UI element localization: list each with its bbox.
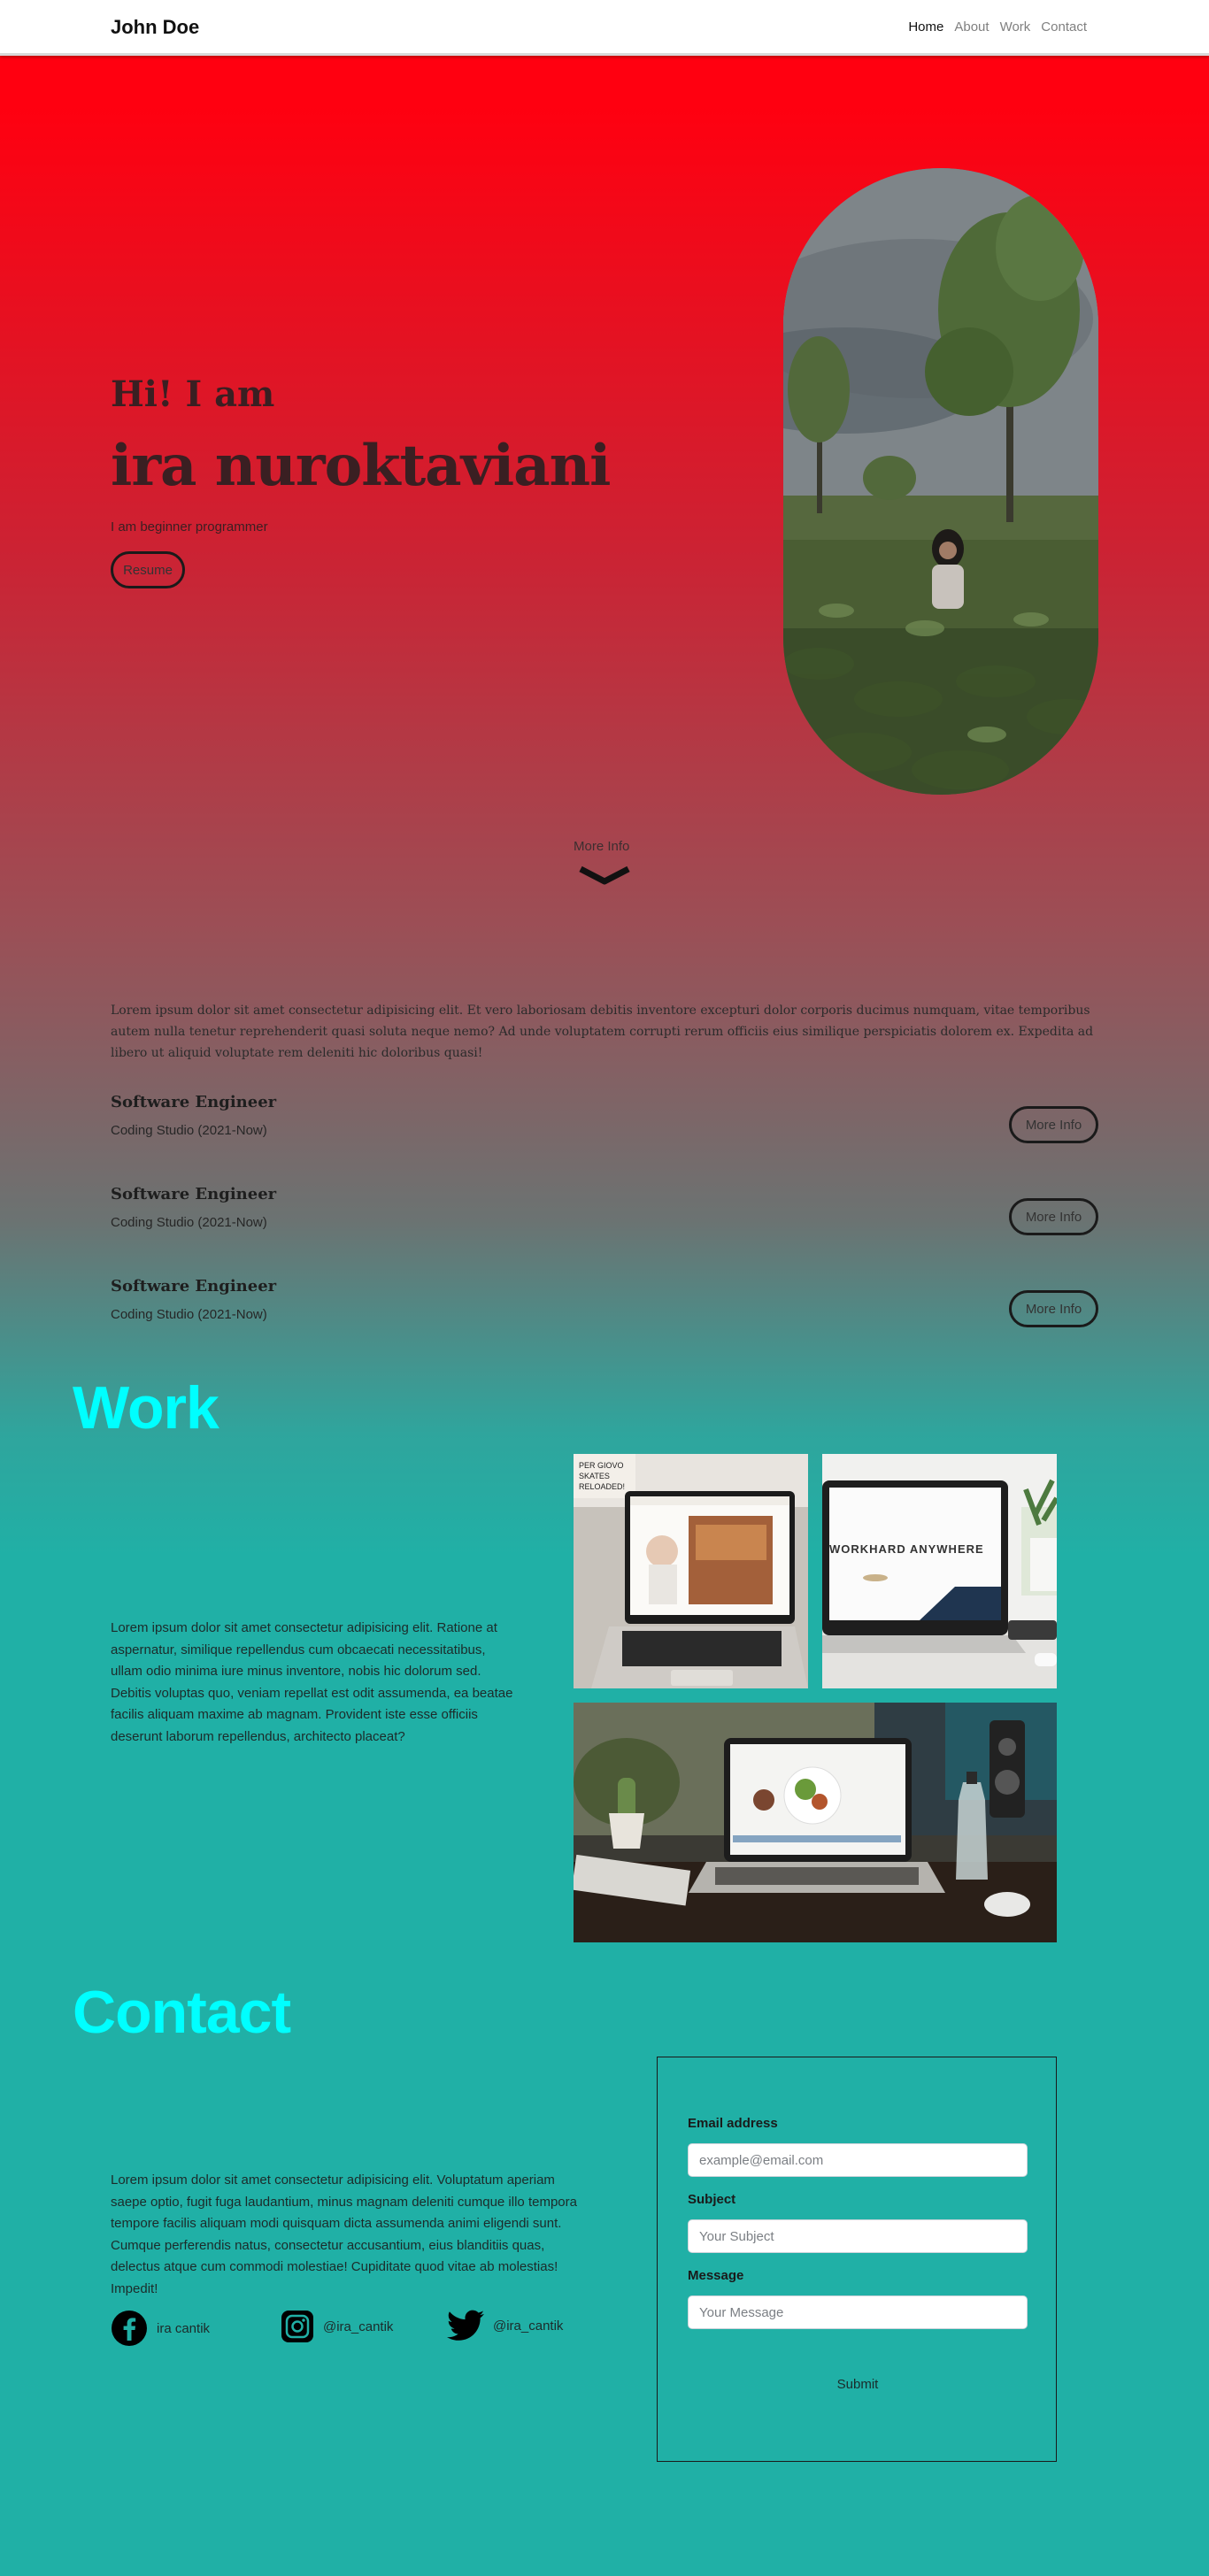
job-title: Software Engineer <box>111 1185 277 1203</box>
svg-text:PER GIOVO: PER GIOVO <box>579 1461 624 1470</box>
nav-link-work[interactable]: Work <box>995 19 1036 35</box>
facebook-icon <box>112 2311 147 2346</box>
hero-subtitle: I am beginner programmer <box>111 519 268 534</box>
social-instagram[interactable]: @ira_cantik <box>281 2310 393 2343</box>
social-facebook[interactable]: ira cantik <box>111 2310 210 2347</box>
laptop-desk-photo[interactable] <box>574 1703 1057 1942</box>
contact-form: Email address Subject Message Submit <box>657 2057 1057 2462</box>
twitter-label: @ira_cantik <box>493 2318 564 2334</box>
message-field[interactable] <box>688 2295 1028 2329</box>
profile-photo <box>783 168 1098 795</box>
twitter-icon <box>447 2310 484 2341</box>
laptop-website-photo[interactable]: PER GIOVO SKATES RELOADED! <box>574 1454 808 1688</box>
job-title: Software Engineer <box>111 1277 277 1296</box>
brand-logo[interactable]: John Doe <box>111 16 199 39</box>
svg-text:SKATES: SKATES <box>579 1472 610 1480</box>
job-more-info-button[interactable]: More Info <box>1009 1106 1098 1143</box>
job-company: Coding Studio (2021-Now) <box>111 1123 267 1138</box>
subject-label: Subject <box>688 2192 736 2207</box>
submit-button[interactable]: Submit <box>817 2367 898 2401</box>
hero-name: ira nuroktaviani <box>111 433 611 499</box>
svg-text:RELOADED!: RELOADED! <box>579 1482 625 1491</box>
hero-greeting: Hi! I am <box>111 373 275 415</box>
work-heading: Work <box>73 1374 219 1442</box>
instagram-icon <box>281 2311 313 2342</box>
instagram-label: @ira_cantik <box>323 2318 394 2334</box>
social-twitter[interactable]: @ira_cantik <box>447 2310 563 2341</box>
laptop-workhard-illustration: WORKHARD ANYWHERE <box>822 1454 1057 1688</box>
laptop-workhard-photo[interactable]: WORKHARD ANYWHERE <box>822 1454 1057 1688</box>
about-text: Lorem ipsum dolor sit amet consectetur a… <box>111 1003 1094 1060</box>
laptop-website-illustration: PER GIOVO SKATES RELOADED! <box>574 1454 808 1688</box>
chevron-down-icon[interactable] <box>579 865 630 885</box>
work-text: Lorem ipsum dolor sit amet consectetur a… <box>111 1620 513 1744</box>
profile-photo-illustration <box>783 168 1098 795</box>
job-more-info-button[interactable]: More Info <box>1009 1290 1098 1327</box>
job-company: Coding Studio (2021-Now) <box>111 1307 267 1322</box>
resume-button[interactable]: Resume <box>111 551 185 588</box>
more-info-label[interactable]: More Info <box>574 839 629 854</box>
subject-field[interactable] <box>688 2219 1028 2253</box>
email-field[interactable] <box>688 2143 1028 2177</box>
nav-link-home[interactable]: Home <box>903 19 949 35</box>
facebook-label: ira cantik <box>157 2320 211 2336</box>
nav-links: Home About Work Contact <box>903 19 1092 35</box>
job-title: Software Engineer <box>111 1093 277 1111</box>
nav-link-contact[interactable]: Contact <box>1036 19 1092 35</box>
contact-heading: Contact <box>73 1979 291 2046</box>
message-label: Message <box>688 2268 744 2283</box>
navbar: John Doe Home About Work Contact <box>0 0 1209 56</box>
job-company: Coding Studio (2021-Now) <box>111 1215 267 1230</box>
email-label: Email address <box>688 2116 778 2131</box>
workhard-caption: WORKHARD ANYWHERE <box>829 1542 984 1556</box>
nav-link-about[interactable]: About <box>949 19 994 35</box>
contact-text: Lorem ipsum dolor sit amet consectetur a… <box>111 2172 577 2296</box>
job-more-info-button[interactable]: More Info <box>1009 1198 1098 1235</box>
laptop-desk-illustration <box>574 1703 1057 1942</box>
